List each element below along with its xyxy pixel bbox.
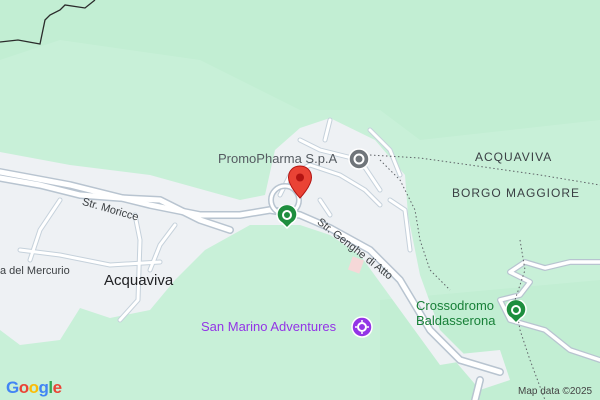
park-icon[interactable]	[505, 298, 527, 329]
poi-crossodromo-line1: Crossodromo	[416, 298, 495, 313]
area-label-borgo-maggiore: BORGO MAGGIORE	[452, 186, 581, 200]
street-label-mercurio: a del Mercurio	[0, 265, 70, 277]
business-icon[interactable]	[348, 148, 370, 175]
town-label[interactable]: Acquaviva	[104, 272, 173, 289]
google-logo-text: Google	[6, 378, 62, 397]
park-icon[interactable]	[276, 203, 298, 234]
poi-adventures-label[interactable]: San Marino Adventures	[201, 319, 336, 334]
attraction-icon[interactable]	[351, 316, 373, 343]
google-logo: Google	[6, 378, 62, 398]
poi-promopharma-label[interactable]: PromoPharma S.p.A	[218, 151, 337, 166]
area-label-acquaviva: ACQUAVIVA	[475, 150, 553, 164]
map-attribution[interactable]: Map data ©2025	[518, 386, 592, 397]
poi-crossodromo-label[interactable]: Crossodromo Baldasserona	[416, 298, 496, 328]
map-view[interactable]: ACQUAVIVA BORGO MAGGIORE Acquaviva Str. …	[0, 0, 600, 400]
poi-crossodromo-line2: Baldasserona	[416, 313, 496, 328]
red-pin-icon[interactable]	[287, 165, 313, 204]
